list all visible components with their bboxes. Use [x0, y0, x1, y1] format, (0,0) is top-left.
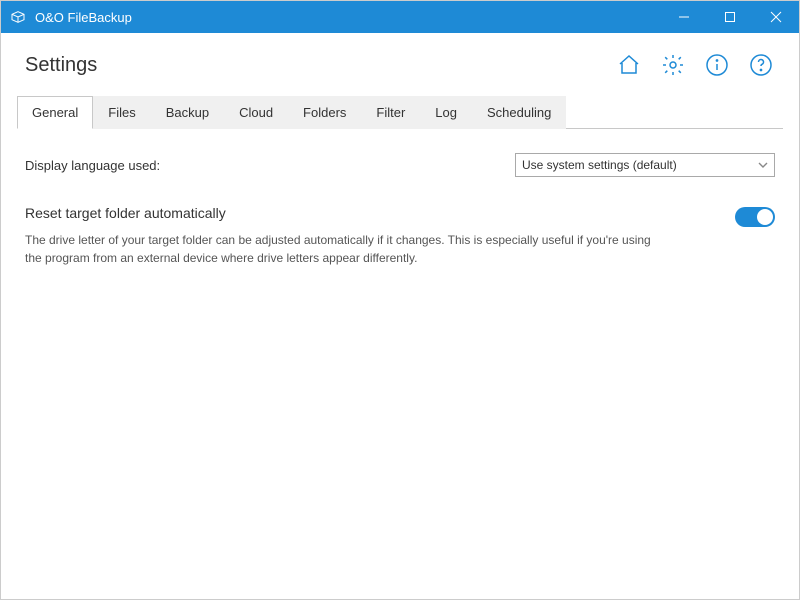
reset-target-title: Reset target folder automatically	[25, 205, 719, 221]
tab-log[interactable]: Log	[420, 96, 472, 129]
reset-target-toggle[interactable]	[735, 207, 775, 227]
maximize-button[interactable]	[707, 1, 753, 33]
tab-content: Display language used: Use system settin…	[1, 129, 799, 301]
app-icon	[9, 8, 27, 26]
page-header: Settings	[1, 33, 799, 87]
tabbar: General Files Backup Cloud Folders Filte…	[17, 95, 783, 129]
tab-filter[interactable]: Filter	[361, 96, 420, 129]
language-select[interactable]: Use system settings (default)	[515, 153, 775, 177]
info-icon[interactable]	[703, 51, 731, 79]
help-icon[interactable]	[747, 51, 775, 79]
toggle-knob	[757, 209, 773, 225]
window-controls	[661, 1, 799, 33]
chevron-down-icon	[756, 158, 770, 172]
reset-target-description: The drive letter of your target folder c…	[25, 231, 665, 267]
minimize-button[interactable]	[661, 1, 707, 33]
tab-general[interactable]: General	[17, 96, 93, 129]
language-label: Display language used:	[25, 158, 160, 173]
language-row: Display language used: Use system settin…	[25, 153, 775, 177]
header-icons	[615, 51, 775, 79]
close-button[interactable]	[753, 1, 799, 33]
tab-backup[interactable]: Backup	[151, 96, 224, 129]
app-title: O&O FileBackup	[35, 10, 132, 25]
reset-target-row: Reset target folder automatically The dr…	[25, 205, 775, 267]
tab-cloud[interactable]: Cloud	[224, 96, 288, 129]
tab-scheduling[interactable]: Scheduling	[472, 96, 566, 129]
home-icon[interactable]	[615, 51, 643, 79]
gear-icon[interactable]	[659, 51, 687, 79]
titlebar: O&O FileBackup	[1, 1, 799, 33]
page-title: Settings	[25, 54, 97, 77]
tab-files[interactable]: Files	[93, 96, 150, 129]
tab-folders[interactable]: Folders	[288, 96, 361, 129]
language-select-value: Use system settings (default)	[522, 158, 677, 172]
